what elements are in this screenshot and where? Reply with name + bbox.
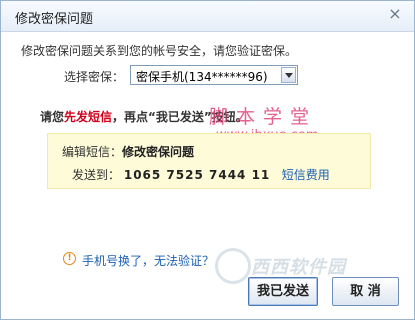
watermark-logo-icon	[215, 248, 251, 284]
instruction-part1: 请您	[40, 110, 65, 124]
sms-send-row: 发送到： 1065 7525 7444 11 短信费用	[72, 166, 330, 183]
verify-method-label: 选择密保：	[64, 70, 125, 84]
dialog-description: 修改密保问题关系到您的帐号安全，请您验证密保。	[21, 44, 298, 58]
confirm-sent-button[interactable]: 我已发送	[248, 277, 318, 306]
sms-send-label: 发送到：	[72, 168, 121, 182]
change-security-question-dialog: 修改密保问题 × 修改密保问题关系到您的帐号安全，请您验证密保。 选择密保： 密…	[0, 0, 415, 320]
sms-edit-value: 修改密保问题	[122, 145, 195, 159]
instruction-highlight: 先发短信	[64, 110, 113, 124]
sms-send-number: 1065 7525 7444 11	[123, 168, 271, 182]
sms-edit-row: 编辑短信：修改密保问题	[62, 143, 194, 160]
warning-icon: !	[63, 252, 76, 265]
phone-changed-link[interactable]: 手机号换了，无法验证？	[82, 252, 214, 269]
chevron-down-icon[interactable]	[281, 67, 296, 83]
watermark-logo-text: 西西软件园	[251, 257, 346, 278]
dialog-title: 修改密保问题	[15, 12, 94, 27]
watermark-text: 脚本学堂	[209, 106, 318, 128]
sms-edit-label: 编辑短信：	[62, 145, 123, 159]
cancel-button[interactable]: 取 消	[332, 277, 399, 306]
close-icon[interactable]: ×	[387, 6, 403, 22]
dialog-titlebar: 修改密保问题 ×	[1, 1, 414, 32]
verify-method-select[interactable]: 密保手机(134******96)	[130, 65, 298, 85]
sms-fee-link[interactable]: 短信费用	[282, 168, 330, 182]
verify-method-selected: 密保手机(134******96)	[136, 70, 268, 84]
sms-info-box: 编辑短信：修改密保问题 发送到： 1065 7525 7444 11 短信费用	[47, 133, 371, 189]
